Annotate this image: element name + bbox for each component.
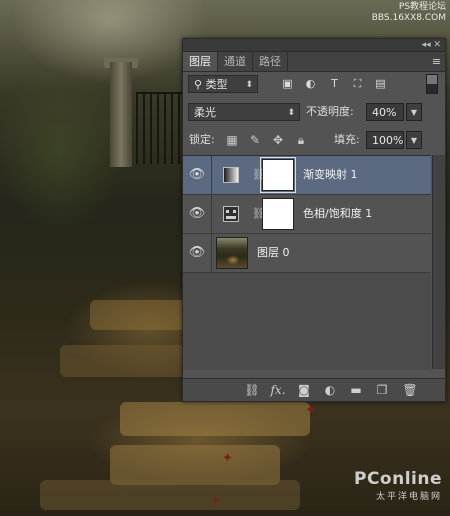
adjustment-layer-icon[interactable]: ◐ <box>321 379 339 401</box>
watermark-top: PS教程论坛 BBS.16XX8.COM <box>372 2 446 24</box>
hue-saturation-icon <box>223 206 239 222</box>
layer-row-hue-saturation[interactable]: 👁︎ ⛓︎ 色相/饱和度 1 <box>183 195 431 234</box>
filter-kind-label: 类型 <box>205 78 228 91</box>
stone-step <box>60 345 190 377</box>
add-mask-icon[interactable]: ◙ <box>295 379 313 401</box>
fill-input[interactable]: 100% <box>366 131 404 149</box>
panel-menu-icon[interactable]: ≡ <box>432 52 441 71</box>
link-layers-icon[interactable]: ⛓︎ <box>243 379 261 401</box>
fill-slider-button[interactable]: ▼ <box>406 131 422 149</box>
panel-footer: ⛓︎ fx. ◙ ◐ ▬ ❐ 🗑︎ <box>183 378 445 401</box>
adjustment-filter-icon[interactable]: ◐ <box>304 77 317 90</box>
tab-paths[interactable]: 路径 <box>253 52 288 71</box>
watermark-top-line2: BBS.16XX8.COM <box>371 13 446 23</box>
panel-tabs: 图层 通道 路径 ≡ <box>183 52 445 72</box>
chevron-updown-icon: ⬍ <box>287 108 295 118</box>
stone-step <box>40 480 300 510</box>
opacity-label: 不透明度: <box>306 105 354 118</box>
layers-scrollbar[interactable] <box>432 155 445 369</box>
new-layer-icon[interactable]: ❐ <box>373 379 391 401</box>
tab-channels[interactable]: 通道 <box>218 52 253 71</box>
red-leaf: ✦ <box>210 494 221 509</box>
layer-row-gradient-map[interactable]: 👁︎ ⛓︎ 渐变映射 1 <box>183 156 431 195</box>
new-group-icon[interactable]: ▬ <box>347 379 365 401</box>
lock-all-icon[interactable]: 🔒︎ <box>294 132 308 148</box>
watermark-subtitle: 太平洋电脑网 <box>375 492 442 502</box>
layer-name[interactable]: 渐变映射 1 <box>303 156 358 194</box>
iron-gate <box>136 92 184 164</box>
watermark-bottom: PConline 太平洋电脑网 <box>354 469 442 502</box>
blend-mode-value: 柔光 <box>194 106 216 119</box>
lock-label: 锁定: <box>189 133 215 146</box>
gate-pillar <box>110 62 132 167</box>
eye-icon[interactable]: 👁︎ <box>183 156 212 194</box>
type-filter-icon[interactable]: T <box>328 77 341 90</box>
fill-label: 填充: <box>334 133 360 146</box>
lock-position-icon[interactable]: ✥ <box>271 132 285 148</box>
image-filter-icon[interactable]: ▣ <box>281 77 294 90</box>
lock-row: 锁定: ▦ ✎ ✥ 🔒︎ 填充: 100% ▼ <box>188 131 440 151</box>
chevron-updown-icon: ⬍ <box>245 80 253 90</box>
filter-kind-dropdown[interactable]: ⚲ 类型 ⬍ <box>188 75 258 93</box>
filter-toggle-switch[interactable] <box>426 74 438 94</box>
fx-icon[interactable]: fx. <box>269 379 287 401</box>
layer-row-image[interactable]: 👁︎ 图层 0 <box>183 234 431 273</box>
opacity-value: 40% <box>372 106 397 119</box>
blend-row: 柔光 ⬍ 不透明度: 40% ▼ <box>188 103 440 123</box>
stone-step <box>110 445 280 485</box>
trash-icon[interactable]: 🗑︎ <box>401 379 419 401</box>
lock-transparent-icon[interactable]: ▦ <box>225 132 239 148</box>
watermark-logo: PConline <box>353 469 442 489</box>
gradient-map-icon <box>223 167 239 183</box>
opacity-slider-button[interactable]: ▼ <box>406 103 422 121</box>
red-leaf: ✦ <box>305 403 316 418</box>
opacity-input[interactable]: 40% <box>366 103 404 121</box>
stone-step <box>90 300 190 330</box>
layer-thumbnail[interactable] <box>216 237 248 269</box>
tab-layers[interactable]: 图层 <box>183 52 218 71</box>
panel-title-strip: ◂◂ ✕ <box>183 39 445 52</box>
layers-panel: ◂◂ ✕ 图层 通道 路径 ≡ ⚲ 类型 ⬍ ▣ ◐ T ⛶ ▤ 柔光 ⬍ 不透… <box>182 38 446 402</box>
red-leaf: ✦ <box>222 451 233 466</box>
panel-window-controls[interactable]: ◂◂ ✕ <box>422 39 441 51</box>
shape-filter-icon[interactable]: ⛶ <box>351 77 364 90</box>
layers-list: 👁︎ ⛓︎ 渐变映射 1 👁︎ ⛓︎ 色相/饱和度 1 👁︎ 图层 0 <box>183 155 431 370</box>
blend-mode-dropdown[interactable]: 柔光 ⬍ <box>188 103 300 121</box>
smart-object-filter-icon[interactable]: ▤ <box>374 77 387 90</box>
fill-value: 100% <box>372 134 404 147</box>
eye-icon[interactable]: 👁︎ <box>183 234 212 272</box>
stone-step <box>120 402 310 436</box>
layer-mask-thumbnail[interactable] <box>262 198 294 230</box>
layer-mask-thumbnail[interactable] <box>260 157 296 193</box>
lock-image-icon[interactable]: ✎ <box>248 132 262 148</box>
layer-name[interactable]: 色相/饱和度 1 <box>303 195 372 233</box>
eye-icon[interactable]: 👁︎ <box>183 195 212 233</box>
watermark-top-line1: PS教程论坛 <box>398 2 446 12</box>
layer-filter-row: ⚲ 类型 ⬍ ▣ ◐ T ⛶ ▤ <box>188 74 440 94</box>
magnifier-icon: ⚲ <box>194 78 206 91</box>
layer-name[interactable]: 图层 0 <box>257 234 290 272</box>
